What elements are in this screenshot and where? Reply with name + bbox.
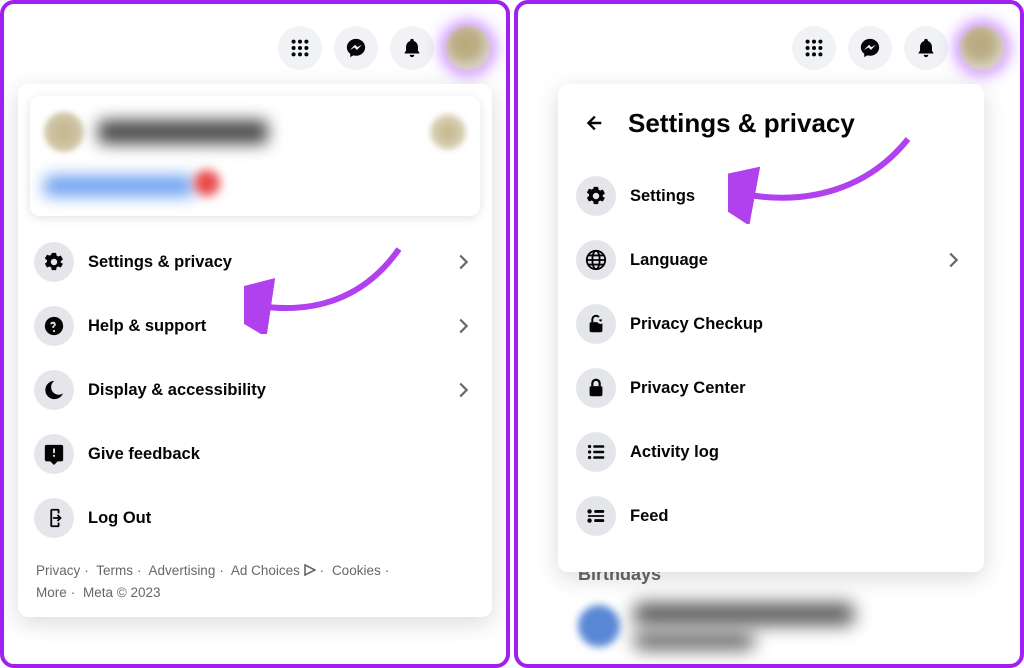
back-button[interactable] (574, 104, 612, 142)
menu-item-give-feedback[interactable]: Give feedback (26, 422, 484, 486)
footer-link-terms[interactable]: Terms (96, 563, 133, 578)
footer-links: Privacy· Terms· Advertising· Ad Choices … (26, 550, 484, 605)
chevron-right-icon (940, 247, 966, 273)
menu-item-display-accessibility[interactable]: Display & accessibility (26, 358, 484, 422)
screenshot-step-2: Birthdays Settings & privacy Settings (514, 0, 1024, 668)
profile-card[interactable] (30, 96, 480, 216)
menu-label: Privacy Checkup (630, 315, 763, 334)
menu-item-settings-privacy[interactable]: Settings & privacy (26, 230, 484, 294)
menu-label: Help & support (88, 317, 206, 336)
feed-icon (576, 496, 616, 536)
chevron-right-icon (450, 313, 476, 339)
menu-label: Log Out (88, 509, 151, 528)
menu-item-feed[interactable]: Feed (568, 484, 974, 548)
menu-label: Settings & privacy (88, 253, 232, 272)
menu-item-activity-log[interactable]: Activity log (568, 420, 974, 484)
birthday-text-redacted (634, 603, 854, 625)
notifications-bell-icon[interactable] (390, 26, 434, 70)
footer-copyright: Meta © 2023 (83, 585, 161, 600)
globe-icon (576, 240, 616, 280)
feedback-icon (34, 434, 74, 474)
menu-item-help-support[interactable]: Help & support (26, 294, 484, 358)
messenger-icon[interactable] (334, 26, 378, 70)
top-nav-icons (278, 26, 490, 70)
account-menu-list: Settings & privacy Help & support Displa… (26, 230, 484, 550)
birthday-avatar-icon (578, 605, 620, 647)
top-nav-icons (792, 26, 1004, 70)
menu-label: Activity log (630, 443, 719, 462)
account-menu-dropdown: Settings & privacy Help & support Displa… (18, 84, 492, 617)
notifications-bell-icon[interactable] (904, 26, 948, 70)
profile-secondary-avatar-icon (430, 114, 466, 150)
footer-link-ad-choices[interactable]: Ad Choices (231, 563, 316, 578)
chevron-right-icon (450, 249, 476, 275)
list-icon (576, 432, 616, 472)
menu-label: Settings (630, 187, 695, 206)
apps-grid-icon[interactable] (278, 26, 322, 70)
menu-label: Feed (630, 507, 669, 526)
footer-link-more[interactable]: More (36, 585, 67, 600)
menu-item-privacy-center[interactable]: Privacy Center (568, 356, 974, 420)
notification-badge-icon (194, 170, 220, 196)
account-avatar-icon[interactable] (446, 26, 490, 70)
apps-grid-icon[interactable] (792, 26, 836, 70)
menu-item-privacy-checkup[interactable]: Privacy Checkup (568, 292, 974, 356)
lock-heart-icon (576, 304, 616, 344)
moon-icon (34, 370, 74, 410)
logout-icon (34, 498, 74, 538)
question-icon (34, 306, 74, 346)
menu-label: Privacy Center (630, 379, 746, 398)
birthday-text-redacted (634, 633, 754, 649)
menu-item-log-out[interactable]: Log Out (26, 486, 484, 550)
footer-link-cookies[interactable]: Cookies (332, 563, 381, 578)
footer-link-privacy[interactable]: Privacy (36, 563, 80, 578)
screenshot-step-1: Settings & privacy Help & support Displa… (0, 0, 510, 668)
menu-label: Language (630, 251, 708, 270)
lock-icon (576, 368, 616, 408)
gear-icon (576, 176, 616, 216)
profile-name-redacted (98, 120, 268, 144)
menu-label: Give feedback (88, 445, 200, 464)
adchoices-icon (304, 561, 316, 573)
background-content: Birthdays (578, 564, 980, 649)
settings-privacy-submenu: Settings & privacy Settings Language Pri… (558, 84, 984, 572)
account-avatar-icon[interactable] (960, 26, 1004, 70)
gear-icon (34, 242, 74, 282)
footer-link-advertising[interactable]: Advertising (149, 563, 216, 578)
chevron-right-icon (450, 377, 476, 403)
messenger-icon[interactable] (848, 26, 892, 70)
submenu-title: Settings & privacy (628, 108, 855, 139)
menu-label: Display & accessibility (88, 381, 266, 400)
menu-item-settings[interactable]: Settings (568, 164, 974, 228)
menu-item-language[interactable]: Language (568, 228, 974, 292)
profile-avatar-icon (44, 112, 84, 152)
see-all-profiles-redacted[interactable] (44, 176, 194, 196)
